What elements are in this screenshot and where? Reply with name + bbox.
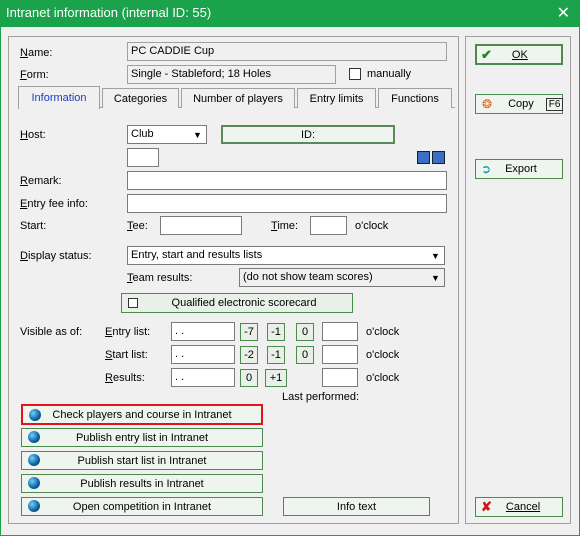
host-select[interactable]: Club ▼: [127, 125, 207, 144]
publish-start-list-button[interactable]: Publish start list in Intranet: [21, 451, 263, 470]
tab-functions[interactable]: Functions: [378, 88, 452, 108]
results-offset-2-button[interactable]: +1: [265, 369, 287, 387]
copy-shortcut: F6: [545, 97, 564, 111]
entry-fee-label: Entry fee info:: [20, 198, 88, 210]
entry-offset-2-button[interactable]: -1: [267, 323, 285, 341]
oclock-label: o'clock: [355, 220, 389, 232]
results-offset-1-button[interactable]: 0: [240, 369, 258, 387]
entry-offset-1-button[interactable]: -7: [240, 323, 258, 341]
publish-results-label: Publish results in Intranet: [80, 477, 204, 490]
scorecard-label: Qualified electronic scorecard: [171, 297, 317, 309]
publish-start-list-label: Publish start list in Intranet: [77, 454, 207, 467]
title-bar: Intranet information (internal ID: 55) ✕: [0, 0, 580, 27]
tee-field[interactable]: [160, 216, 242, 235]
visible-as-of-label: Visible as of:: [20, 326, 83, 338]
publish-entry-list-button[interactable]: Publish entry list in Intranet: [21, 428, 263, 447]
results-date[interactable]: . .: [171, 368, 235, 387]
display-status-value: Entry, start and results lists: [131, 249, 263, 261]
host-small-field[interactable]: [127, 148, 159, 167]
entry-list-date[interactable]: . .: [171, 322, 235, 341]
globe-icon: [28, 500, 40, 512]
scorecard-button[interactable]: Qualified electronic scorecard: [121, 293, 353, 313]
info-text-button[interactable]: Info text: [283, 497, 430, 516]
host-label: Host:: [20, 129, 46, 141]
time-field[interactable]: [310, 216, 347, 235]
start-list-date[interactable]: . .: [171, 345, 235, 364]
results-time[interactable]: [322, 368, 358, 387]
entry-fee-field[interactable]: [127, 194, 447, 213]
chevron-down-icon: ▼: [193, 129, 202, 140]
ok-label: OK: [511, 48, 528, 61]
manually-label: manually: [367, 68, 412, 80]
entry-oclock: o'clock: [366, 326, 400, 338]
remark-label: Remark:: [20, 175, 62, 187]
entry-offset-3-button[interactable]: 0: [296, 323, 314, 341]
scorecard-checkbox[interactable]: [128, 298, 138, 308]
open-competition-label: Open competition in Intranet: [72, 500, 212, 513]
start-list-label: Start list:: [105, 349, 148, 361]
tee-label: Tee:: [127, 220, 148, 232]
name-field[interactable]: PC CADDIE Cup: [127, 42, 447, 61]
start-list-time[interactable]: [322, 345, 358, 364]
display-status-label: Display status:: [20, 250, 92, 262]
export-button[interactable]: ➲ Export: [475, 159, 563, 179]
results-oclock: o'clock: [366, 372, 400, 384]
globe-icon: [29, 409, 41, 421]
check-players-button[interactable]: Check players and course in Intranet: [21, 404, 263, 425]
tab-information[interactable]: Information: [18, 86, 100, 109]
checkmark-icon: ✔: [481, 46, 492, 62]
ok-button[interactable]: ✔ OK: [475, 44, 563, 65]
chevron-down-icon: ▼: [431, 272, 440, 283]
start-offset-1-button[interactable]: -2: [240, 346, 258, 364]
list-icon[interactable]: [417, 151, 430, 164]
start-label: Start:: [20, 220, 47, 232]
globe-icon: [28, 477, 40, 489]
entry-list-label: Entry list:: [105, 326, 151, 338]
tab-number-of-players[interactable]: Number of players: [181, 88, 295, 108]
publish-entry-list-label: Publish entry list in Intranet: [75, 431, 209, 444]
cancel-button[interactable]: ✘ Cancel: [475, 497, 563, 517]
form-field[interactable]: Single - Stableford; 18 Holes: [127, 65, 336, 84]
close-icon[interactable]: ✕: [557, 3, 570, 23]
last-performed-label: Last performed:: [282, 391, 360, 403]
team-results-select[interactable]: (do not show team scores) ▼: [239, 268, 445, 287]
form-label: Form:: [20, 69, 49, 81]
window-title: Intranet information (internal ID: 55): [6, 5, 212, 20]
export-icon: ➲: [481, 162, 492, 176]
export-label: Export: [505, 163, 537, 175]
id-button[interactable]: ID:: [221, 125, 395, 144]
globe-icon: [28, 454, 40, 466]
remark-field[interactable]: [127, 171, 447, 190]
team-results-label: Team results:: [127, 272, 193, 284]
cancel-icon: ✘: [481, 499, 492, 514]
team-results-value: (do not show team scores): [243, 271, 373, 283]
search-icon[interactable]: [432, 151, 445, 164]
start-offset-2-button[interactable]: -1: [267, 346, 285, 364]
copy-icon: ❂: [482, 97, 493, 111]
start-offset-3-button[interactable]: 0: [296, 346, 314, 364]
check-players-label: Check players and course in Intranet: [52, 408, 232, 421]
start-oclock: o'clock: [366, 349, 400, 361]
chevron-down-icon: ▼: [431, 250, 440, 261]
results-label: Results:: [105, 372, 145, 384]
cancel-label: Cancel: [505, 501, 541, 513]
manually-checkbox[interactable]: [349, 68, 361, 80]
tab-entry-limits[interactable]: Entry limits: [297, 88, 376, 108]
name-label: Name:: [20, 47, 53, 59]
host-select-value: Club: [131, 128, 154, 140]
copy-label: Copy: [508, 98, 534, 110]
display-status-select[interactable]: Entry, start and results lists ▼: [127, 246, 445, 265]
publish-results-button[interactable]: Publish results in Intranet: [21, 474, 263, 493]
tab-categories[interactable]: Categories: [102, 88, 179, 108]
entry-list-time[interactable]: [322, 322, 358, 341]
open-competition-button[interactable]: Open competition in Intranet: [21, 497, 263, 516]
globe-icon: [28, 431, 40, 443]
time-label: Time:: [271, 220, 299, 232]
copy-button[interactable]: ❂ Copy F6: [475, 94, 564, 114]
